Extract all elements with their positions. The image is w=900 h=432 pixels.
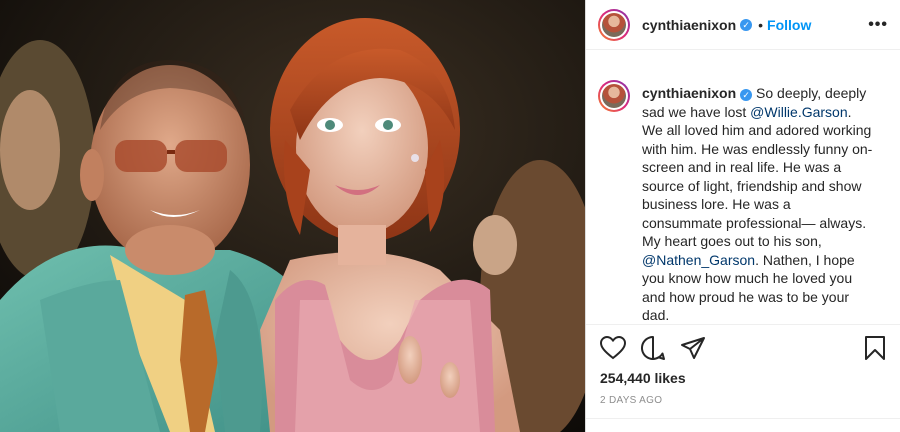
post-date[interactable]: 2 DAYS AGO [600, 395, 662, 406]
caption-text: . We all loved him and adored working wi… [642, 103, 873, 250]
heart-icon[interactable] [600, 336, 626, 360]
mention-link[interactable]: @Willie.Garson [750, 104, 847, 120]
verified-badge-icon: ✓ [740, 89, 753, 101]
bookmark-icon[interactable] [864, 335, 886, 361]
caption-area: cynthiaenixon ✓ So deeply, deeply sad we … [586, 62, 900, 324]
post-photo[interactable] [0, 0, 585, 432]
username-link[interactable]: cynthiaenixon [642, 17, 736, 33]
post-side-panel: cynthiaenixon ✓ • Follow ••• cynthiaenix… [585, 0, 900, 432]
post-header: cynthiaenixon ✓ • Follow ••• [586, 0, 900, 50]
action-bar [600, 334, 886, 362]
comment-icon[interactable] [640, 335, 666, 361]
likes-count[interactable]: 254,440 likes [600, 370, 686, 386]
caption: cynthiaenixon ✓ So deeply, deeply sad we … [642, 84, 874, 324]
more-options-icon[interactable]: ••• [868, 16, 888, 34]
caption-username[interactable]: cynthiaenixon [642, 85, 736, 101]
separator-dot: • [758, 16, 764, 33]
verified-badge-icon: ✓ [740, 18, 753, 31]
divider [586, 324, 900, 325]
avatar[interactable] [598, 80, 630, 112]
follow-button[interactable]: Follow [767, 17, 811, 33]
mention-link[interactable]: @Nathen_Garson [642, 252, 755, 268]
divider [586, 418, 900, 419]
avatar[interactable] [598, 8, 630, 41]
paper-plane-icon[interactable] [680, 336, 706, 360]
